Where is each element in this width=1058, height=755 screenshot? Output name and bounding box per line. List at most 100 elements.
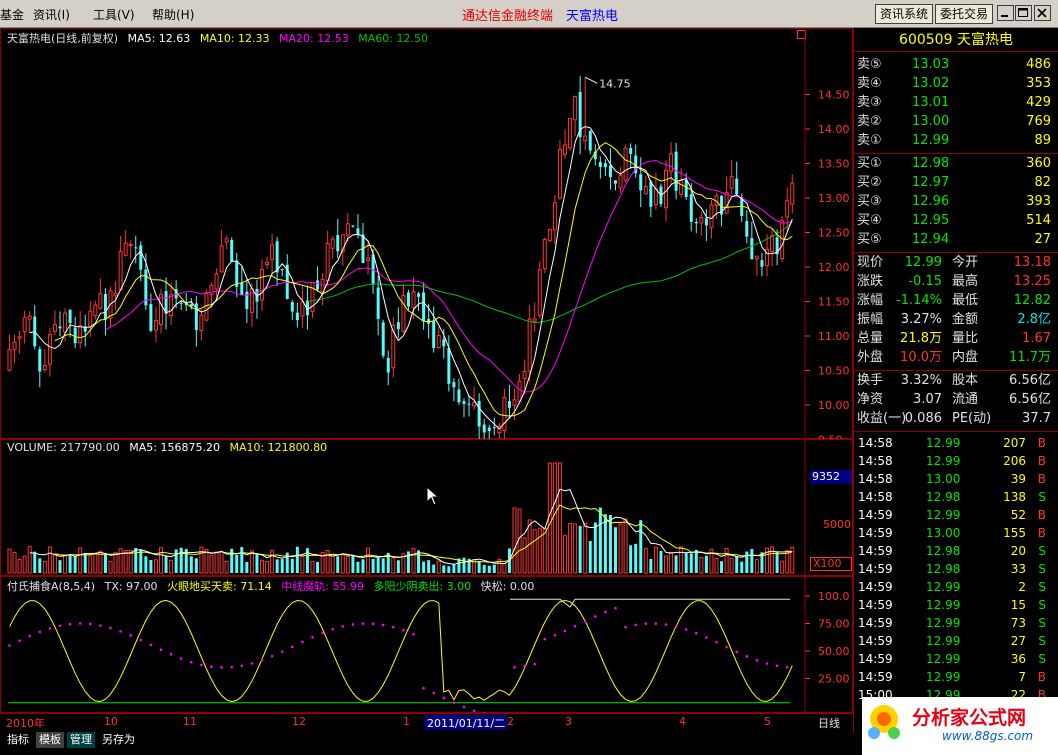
volume-bar [376,557,380,573]
tick-volume: 27 [1010,634,1026,648]
volume-bar [68,555,72,573]
volume-bar [169,559,174,574]
indicator-dot [553,634,557,637]
stat-value: -0.15 [908,274,942,289]
tick-time: 14:59 [858,598,893,612]
price-panel[interactable]: 天富热电(日线,前复权) MA5: 12.63 MA10: 12.33 MA20… [0,28,853,439]
maximize-icon[interactable] [1015,5,1032,21]
tick-side: B [1037,508,1046,522]
volume-bar [634,543,638,573]
ask-row[interactable]: 卖① 12.99 89 [854,132,1054,150]
tick-side: B [1037,436,1046,450]
candle-body [224,238,229,243]
menu-item-info[interactable]: 资讯(I) [33,6,70,23]
finance-label: 流通 [952,392,979,407]
volume-bar [310,560,315,574]
volume-bar [649,558,653,573]
candle-body [735,178,739,195]
menu-item-fund[interactable]: 基金 [0,6,24,23]
candle-body [724,192,729,214]
bid-price: 12.98 [912,156,950,171]
tick-volume: 206 [1003,454,1026,468]
menu-item-tools[interactable]: 工具(V) [93,6,135,23]
candle-body [22,317,27,333]
tab-template[interactable]: 模板 [36,732,64,748]
trade-button[interactable]: 委托交易 [935,4,994,24]
candle-body [618,174,623,189]
ask-row[interactable]: 卖⑤ 13.03 486 [854,56,1054,74]
candle-body [63,312,68,333]
indicator-dot [705,636,708,639]
volume-bar [240,547,244,573]
volume-bar [623,518,628,574]
stat-label: 最高 [952,274,979,289]
bid-row[interactable]: 买③ 12.96 393 [854,193,1054,211]
tick-side: B [1037,526,1046,540]
candle-body [457,389,461,403]
volume-bar [235,554,239,573]
candle-body [482,424,486,433]
ask-volume: 429 [1026,95,1051,110]
candle-body [401,294,406,332]
info-system-button[interactable]: 资讯系统 [875,4,934,24]
volume-bar [366,547,371,574]
period-label[interactable]: 日线 [818,715,840,731]
candle-body [557,149,562,199]
tick-row: 14:59 12.99 73 S [854,614,1054,632]
close-icon[interactable] [1034,5,1051,21]
tick-side: B [1037,670,1046,684]
volume-bar [336,556,340,573]
candle-body [704,218,708,226]
volume-ma5-line [29,488,793,565]
candle-body [517,380,522,402]
menu-item-help[interactable]: 帮助(H) [152,6,194,23]
candle-body [12,341,17,350]
bid-row[interactable]: 买② 12.97 82 [854,174,1054,192]
indicator-panel[interactable]: 付氏捕食A(8,5,4) TX: 97.00 火眼地买天卖: 71.14 中线魔… [0,576,853,713]
stat-row: 涨幅 -1.14% 最低 12.82 [854,292,1054,310]
indicator-dot [139,638,143,642]
indicator-dot [624,625,627,629]
ask-price: 13.03 [912,57,950,72]
tab-save-as[interactable]: 另存为 [99,732,138,748]
indicator-dot [664,623,668,626]
ask-row[interactable]: 卖③ 13.01 429 [854,94,1054,112]
ask-volume: 353 [1026,76,1051,91]
tick-price: 12.99 [926,652,961,666]
tab-indicator[interactable]: 指标 [4,732,32,748]
stat-value: 12.99 [904,255,942,270]
ask-row[interactable]: 卖② 13.00 769 [854,113,1054,131]
indicator-dot [351,623,355,626]
minimize-icon[interactable] [997,5,1014,21]
ask-label: 卖③ [857,95,882,110]
volume-bar [568,523,573,574]
candle-body [573,96,578,121]
volume-bar [351,555,355,573]
volume-bar [113,552,118,574]
bid-row[interactable]: 买④ 12.95 514 [854,212,1054,230]
y-tick-label: 13.50 [818,158,850,171]
volume-bar [134,548,138,573]
indicator-dot [432,691,436,695]
ask-volume: 769 [1026,114,1051,129]
tick-time: 14:58 [858,436,893,450]
candle-body [780,220,785,260]
candle-body [694,221,698,224]
candle-body [68,309,72,324]
tab-manage[interactable]: 管理 [67,732,95,748]
ask-row[interactable]: 卖④ 13.02 353 [854,75,1054,93]
indicator-dot [321,631,324,635]
indicator-dot [725,645,728,649]
stat-value: 2.8亿 [1017,312,1051,327]
volume-bar [502,563,507,574]
bid-row[interactable]: 买⑤ 12.94 27 [854,231,1054,249]
finance-row: 换手 3.32% 股本 6.56亿 [854,372,1054,390]
volume-bar [664,555,668,574]
bid-row[interactable]: 买① 12.98 360 [854,155,1054,173]
indicator-dot [38,630,42,634]
candle-body [467,403,471,405]
volume-panel[interactable]: VOLUME: 217790.00 MA5: 156875.20 MA10: 1… [0,439,853,576]
indicator-dot [775,664,779,668]
volume-bar [578,525,582,573]
date-label: 2010年 [6,717,45,730]
